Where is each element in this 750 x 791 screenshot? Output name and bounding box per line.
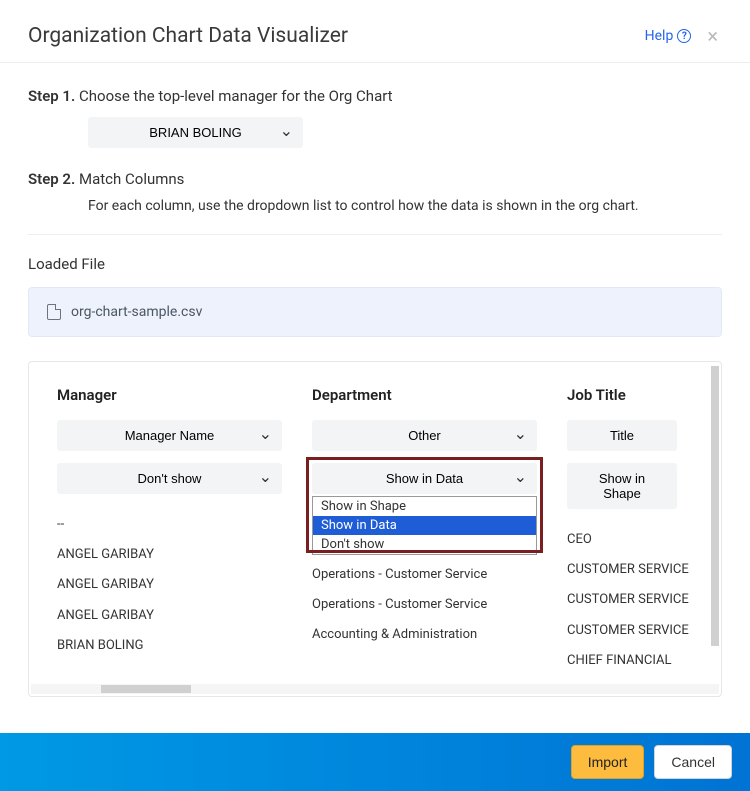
cell: ANGEL GARIBAY [57,540,282,570]
loaded-file-box: org-chart-sample.csv [28,287,722,337]
dropdown-option[interactable]: Show in Shape [313,497,536,516]
cell: -- [57,510,282,540]
import-button[interactable]: Import [571,745,645,779]
cell: CHIEF FINANCIAL [567,646,721,676]
help-link[interactable]: Help ? [645,28,692,44]
horizontal-scrollbar[interactable] [31,684,719,694]
loaded-file-name: org-chart-sample.csv [71,304,202,320]
close-icon[interactable]: × [703,24,722,48]
cancel-button[interactable]: Cancel [654,745,732,779]
column-show-select[interactable]: Don't show [57,463,282,494]
column-department: Department Other Show in Data Show in Sh… [312,386,537,676]
column-show-select[interactable]: Show in Shape [567,463,677,509]
cell: Operations - Customer Service [312,590,537,620]
cell: CUSTOMER SERVICE [567,616,721,646]
top-manager-select[interactable]: BRIAN BOLING [88,117,303,148]
file-icon [47,304,61,320]
column-values: -- ANGEL GARIBAY ANGEL GARIBAY ANGEL GAR… [57,510,282,661]
help-label: Help [645,28,674,44]
cell: Accounting & Administration [312,620,537,650]
cell: BRIAN BOLING [57,631,282,661]
horizontal-scrollbar-thumb[interactable] [101,685,191,693]
show-dropdown-open: Show in Shape Show in Data Don't show [312,496,537,555]
column-values: Operations - Customer Service Operations… [312,560,537,651]
column-type-select[interactable]: Manager Name [57,420,282,451]
dialog-body: Step 1. Choose the top-level manager for… [0,63,750,697]
cell: ANGEL GARIBAY [57,601,282,631]
vertical-scrollbar[interactable] [711,366,719,682]
columns-panel: Manager Manager Name Don't show -- ANGEL… [28,361,722,697]
step-2-label: Step 2. [28,170,75,188]
step-1-text: Choose the top-level manager for the Org… [79,87,393,105]
column-show-select[interactable]: Show in Data [312,463,537,494]
step-1-label: Step 1. [28,87,75,105]
cell: CUSTOMER SERVICE [567,555,721,585]
loaded-file-label: Loaded File [28,255,722,273]
dialog-title: Organization Chart Data Visualizer [28,24,348,48]
divider [28,234,722,235]
step-1-line: Step 1. Choose the top-level manager for… [28,87,722,105]
step-2-line: Step 2. Match Columns [28,170,722,188]
column-job-title: Job Title Title Show in Shape CEO CUSTOM… [567,386,721,676]
column-header: Job Title [567,386,721,404]
column-manager: Manager Manager Name Don't show -- ANGEL… [57,386,282,676]
dropdown-option[interactable]: Don't show [313,535,536,554]
step-1: Step 1. Choose the top-level manager for… [28,87,722,148]
step-2-text: Match Columns [79,170,184,188]
dialog-footer: Import Cancel [0,733,750,791]
help-icon: ? [677,29,691,43]
step-2-sub: For each column, use the dropdown list t… [88,198,722,214]
column-type-select[interactable]: Title [567,420,677,451]
columns-inner: Manager Manager Name Don't show -- ANGEL… [29,362,721,684]
cell: Operations - Customer Service [312,560,537,590]
cell: CEO [567,525,721,555]
vertical-scrollbar-thumb[interactable] [711,366,719,646]
dialog-header: Organization Chart Data Visualizer Help … [0,0,750,63]
header-actions: Help ? × [645,24,722,48]
step-2: Step 2. Match Columns For each column, u… [28,170,722,214]
top-manager-select-wrap: BRIAN BOLING [88,117,303,148]
cell: CUSTOMER SERVICE [567,585,721,615]
column-type-select[interactable]: Other [312,420,537,451]
cell: ANGEL GARIBAY [57,570,282,600]
column-header: Manager [57,386,282,404]
column-header: Department [312,386,537,404]
dropdown-option-selected[interactable]: Show in Data [313,516,536,535]
column-values: CEO CUSTOMER SERVICE CUSTOMER SERVICE CU… [567,525,721,676]
